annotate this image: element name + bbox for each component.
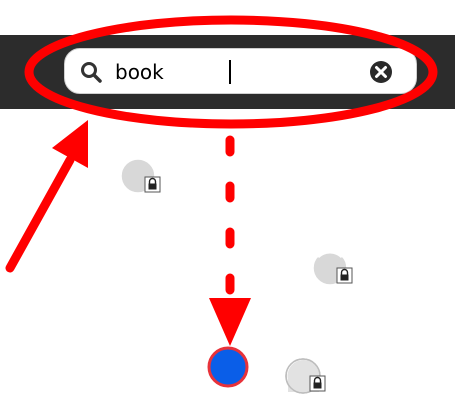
lock-icon xyxy=(309,375,326,392)
locked-marker[interactable] xyxy=(310,248,356,290)
lock-icon xyxy=(336,267,353,284)
lock-icon xyxy=(144,176,161,193)
locked-marker[interactable] xyxy=(283,356,329,398)
current-location-dot[interactable] xyxy=(207,346,249,388)
close-icon[interactable] xyxy=(369,60,393,84)
pointer-arrow-head xyxy=(52,120,88,168)
pointer-arrow-line xyxy=(5,155,75,273)
text-caret xyxy=(229,60,231,84)
search-bar[interactable] xyxy=(64,48,417,94)
locked-marker[interactable] xyxy=(118,156,164,198)
dashed-arrow-head xyxy=(209,298,251,346)
search-icon xyxy=(81,62,102,83)
search-input[interactable] xyxy=(115,57,355,87)
top-toolbar xyxy=(0,35,455,109)
